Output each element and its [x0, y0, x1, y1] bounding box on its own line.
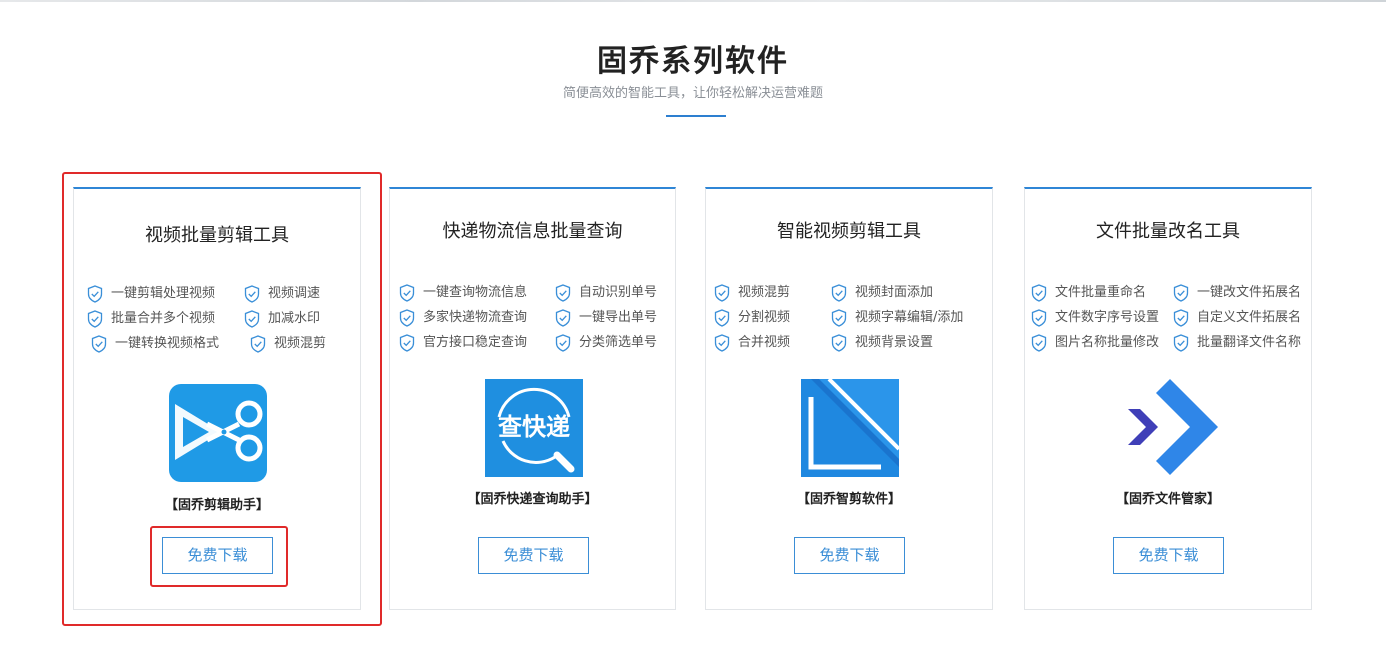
shield-check-icon: [555, 284, 571, 302]
shield-check-icon: [1031, 309, 1047, 327]
shield-check-icon: [87, 285, 103, 303]
card-title: 文件批量改名工具: [1096, 221, 1240, 242]
free-download-button[interactable]: 免费下载: [1113, 537, 1224, 574]
product-card-smart-video-edit: 智能视频剪辑工具 视频混剪 视频封面添加 分割视频 视频字幕编辑/添加 合并视频…: [705, 187, 993, 610]
shield-check-icon: [250, 335, 266, 353]
title-underline: [666, 115, 726, 117]
section-title: 固乔系列软件: [597, 44, 789, 79]
shield-check-icon: [1031, 334, 1047, 352]
shield-check-icon: [1173, 284, 1189, 302]
product-name: 【固乔文件管家】: [1115, 492, 1220, 507]
free-download-button[interactable]: 免费下载: [794, 537, 905, 574]
shield-check-icon: [1031, 284, 1047, 302]
section-subtitle: 简便高效的智能工具，让你轻松解决运营难题: [562, 86, 823, 101]
card-title: 快递物流信息批量查询: [442, 221, 623, 242]
shield-check-icon: [1173, 309, 1189, 327]
file-manager-icon: [1128, 379, 1218, 475]
shield-check-icon: [399, 309, 415, 327]
product-name: 【固乔智剪软件】: [796, 492, 901, 507]
free-download-button[interactable]: 免费下载: [478, 537, 589, 574]
product-card-express-query: 快递物流信息批量查询 一键查询物流信息 自动识别单号 多家快递物流查询 一键导出…: [389, 187, 676, 610]
shield-check-icon: [244, 285, 260, 303]
product-name: 【固乔剪辑助手】: [164, 498, 269, 513]
logo-text: 查快递: [498, 413, 570, 441]
shield-check-icon: [399, 334, 415, 352]
shield-check-icon: [831, 284, 847, 302]
scissors-icon: [169, 384, 267, 482]
express-search-icon: 查快递: [485, 379, 583, 477]
shield-check-icon: [555, 309, 571, 327]
shield-check-icon: [714, 334, 730, 352]
shield-check-icon: [1173, 334, 1189, 352]
shield-check-icon: [831, 309, 847, 327]
product-card-file-rename: 文件批量改名工具 文件批量重命名 一键改文件拓展名 文件数字序号设置 自定义文件…: [1024, 187, 1312, 610]
shield-check-icon: [555, 334, 571, 352]
free-download-button[interactable]: 免费下载: [162, 537, 273, 574]
shield-check-icon: [399, 284, 415, 302]
shield-check-icon: [87, 310, 103, 328]
shield-check-icon: [714, 309, 730, 327]
shield-check-icon: [714, 284, 730, 302]
card-title: 智能视频剪辑工具: [777, 221, 921, 242]
shield-check-icon: [91, 335, 107, 353]
product-card-video-batch-edit: 视频批量剪辑工具 一键剪辑处理视频 视频调速 批量合并多个视频 加减水印 一键转…: [73, 187, 361, 610]
top-divider: [0, 0, 1386, 2]
product-name: 【固乔快递查询助手】: [467, 492, 598, 507]
shield-check-icon: [244, 310, 260, 328]
smart-cut-icon: [801, 379, 899, 477]
shield-check-icon: [831, 334, 847, 352]
card-title: 视频批量剪辑工具: [145, 225, 289, 246]
